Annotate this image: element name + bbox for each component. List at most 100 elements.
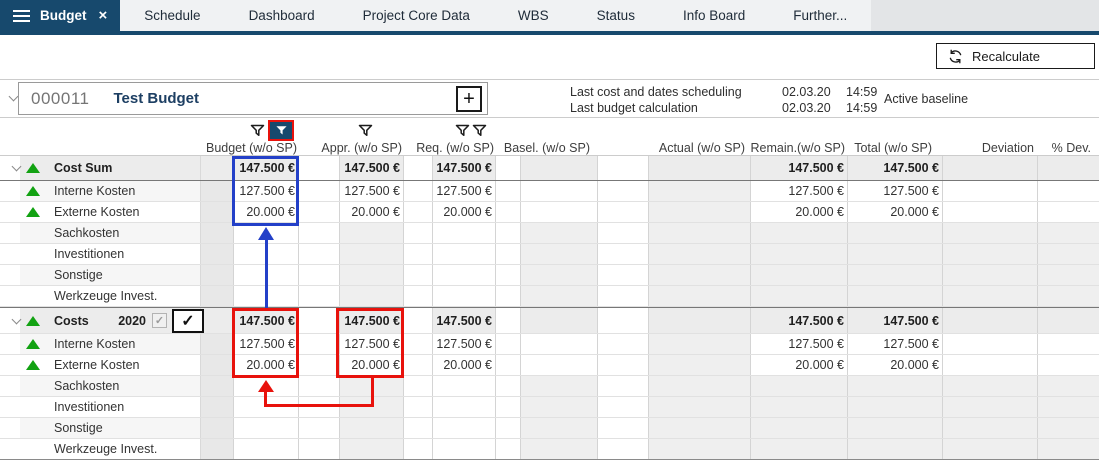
cell-budget[interactable]	[233, 265, 299, 285]
tab-status[interactable]: Status	[573, 0, 659, 31]
cell-required[interactable]	[432, 439, 496, 459]
cell-required[interactable]	[432, 397, 496, 417]
cell-budget[interactable]: 147.500 €	[233, 156, 299, 180]
row-label: Externe Kosten	[54, 358, 139, 372]
col-header-total[interactable]: Total (w/o SP)	[847, 141, 942, 155]
cell-budget[interactable]: 20.000 €	[233, 355, 299, 375]
cell-budget[interactable]	[233, 286, 299, 306]
filter-funnel-icon[interactable]	[455, 124, 470, 137]
tab-project-core-data[interactable]: Project Core Data	[339, 0, 494, 31]
cell-approved[interactable]: 20.000 €	[339, 202, 404, 222]
meta-label: Last cost and dates scheduling	[570, 84, 782, 100]
cell-required[interactable]: 20.000 €	[432, 202, 496, 222]
cell-approved[interactable]: 20.000 €	[339, 355, 404, 375]
cell-required[interactable]: 127.500 €	[432, 334, 496, 354]
cell-required[interactable]	[432, 418, 496, 438]
tab-schedule[interactable]: Schedule	[120, 0, 224, 31]
col-header-remaining[interactable]: Remain.(w/o SP)	[750, 141, 847, 155]
trend-up-icon	[26, 207, 40, 217]
tab-label: Schedule	[144, 8, 200, 23]
add-button[interactable]: +	[456, 86, 482, 112]
approved-filter-icons	[299, 124, 404, 137]
close-icon[interactable]: ×	[99, 7, 108, 24]
cell-baseline	[520, 202, 598, 222]
table-row-sonstige: Sonstige	[0, 265, 1099, 286]
cell-deviation	[942, 156, 1037, 180]
cell-approved	[339, 397, 404, 417]
cell-deviation	[942, 376, 1037, 396]
cell-baseline	[520, 397, 598, 417]
recalculate-button[interactable]: Recalculate	[936, 43, 1095, 69]
cell-required[interactable]: 127.500 €	[432, 181, 496, 201]
cell-required[interactable]: 147.500 €	[432, 156, 496, 180]
tab-label: Dashboard	[249, 8, 315, 23]
tab-info-board[interactable]: Info Board	[659, 0, 769, 31]
cell-budget[interactable]	[233, 418, 299, 438]
table-row-sachkosten: Sachkosten	[0, 223, 1099, 244]
cell-budget[interactable]	[233, 223, 299, 243]
cell-baseline	[520, 376, 598, 396]
trend-up-icon	[26, 186, 40, 196]
cell-remaining: 20.000 €	[750, 355, 847, 375]
filter-funnel-icon[interactable]	[472, 124, 487, 137]
cell-deviation	[942, 439, 1037, 459]
row-label: Sachkosten	[54, 379, 119, 393]
col-header-actual[interactable]: Actual (w/o SP)	[648, 141, 750, 155]
cell-deviation	[942, 397, 1037, 417]
cell-budget[interactable]: 127.500 €	[233, 334, 299, 354]
active-checkbox-checked[interactable]: ✓	[172, 309, 204, 333]
filter-funnel-active-icon[interactable]	[268, 120, 294, 141]
tab-wbs[interactable]: WBS	[494, 0, 573, 31]
action-bar: Recalculate	[0, 35, 1099, 79]
col-header-approved[interactable]: Appr. (w/o SP)	[299, 141, 404, 155]
tab-budget-active[interactable]: Budget ×	[0, 0, 120, 31]
col-header-deviation[interactable]: Deviation	[942, 141, 1037, 155]
col-header-percent-deviation[interactable]: % Dev.	[1037, 141, 1099, 155]
cell-remaining: 127.500 €	[750, 181, 847, 201]
collapse-chevron-icon[interactable]	[6, 166, 26, 170]
cell-budget[interactable]: 147.500 €	[233, 308, 299, 333]
row-label: Investitionen	[54, 247, 124, 261]
cell-budget[interactable]: 127.500 €	[233, 181, 299, 201]
collapse-chevron-icon[interactable]	[6, 319, 26, 323]
tab-dashboard[interactable]: Dashboard	[225, 0, 339, 31]
meta-label: Last budget calculation	[570, 100, 782, 116]
tab-label: Info Board	[683, 8, 745, 23]
cell-required[interactable]	[432, 244, 496, 264]
filter-funnel-icon[interactable]	[358, 124, 373, 137]
cell-baseline	[520, 223, 598, 243]
cell-approved[interactable]: 147.500 €	[339, 156, 404, 180]
cell-budget[interactable]	[233, 439, 299, 459]
budget-header: 000011 Test Budget + Last cost and dates…	[0, 79, 1099, 118]
cell-required[interactable]: 20.000 €	[432, 355, 496, 375]
cell-deviation	[942, 308, 1037, 333]
col-header-required[interactable]: Req. (w/o SP)	[404, 141, 496, 155]
hamburger-menu-icon[interactable]	[13, 10, 30, 22]
cell-percent-deviation	[1037, 223, 1099, 243]
cell-budget[interactable]	[233, 244, 299, 264]
cell-total	[847, 244, 942, 264]
cell-budget[interactable]: 20.000 €	[233, 202, 299, 222]
col-header-baseline[interactable]: Basel. (w/o SP)	[496, 141, 598, 155]
cell-required[interactable]	[432, 265, 496, 285]
cell-budget[interactable]	[233, 376, 299, 396]
row-label: Sonstige	[54, 268, 103, 282]
cell-required[interactable]	[432, 376, 496, 396]
cell-budget[interactable]	[233, 397, 299, 417]
required-filter-icons	[404, 124, 496, 137]
trend-up-icon	[26, 360, 40, 370]
cell-approved[interactable]: 127.500 €	[339, 181, 404, 201]
tab-further[interactable]: Further...	[769, 0, 871, 31]
cell-required[interactable]	[432, 286, 496, 306]
cell-actual	[648, 286, 750, 306]
cell-required[interactable]	[432, 223, 496, 243]
filter-funnel-icon[interactable]	[250, 124, 265, 137]
cell-approved[interactable]: 127.500 €	[339, 334, 404, 354]
table-row-interne-kosten: Interne Kosten 127.500 € 127.500 € 127.5…	[0, 181, 1099, 202]
cell-actual	[648, 439, 750, 459]
row-label: Cost Sum	[54, 161, 112, 175]
col-header-budget[interactable]: Budget (w/o SP)	[200, 141, 299, 155]
cell-approved[interactable]: 147.500 €	[339, 308, 404, 333]
cell-approved	[339, 376, 404, 396]
cell-required[interactable]: 147.500 €	[432, 308, 496, 333]
